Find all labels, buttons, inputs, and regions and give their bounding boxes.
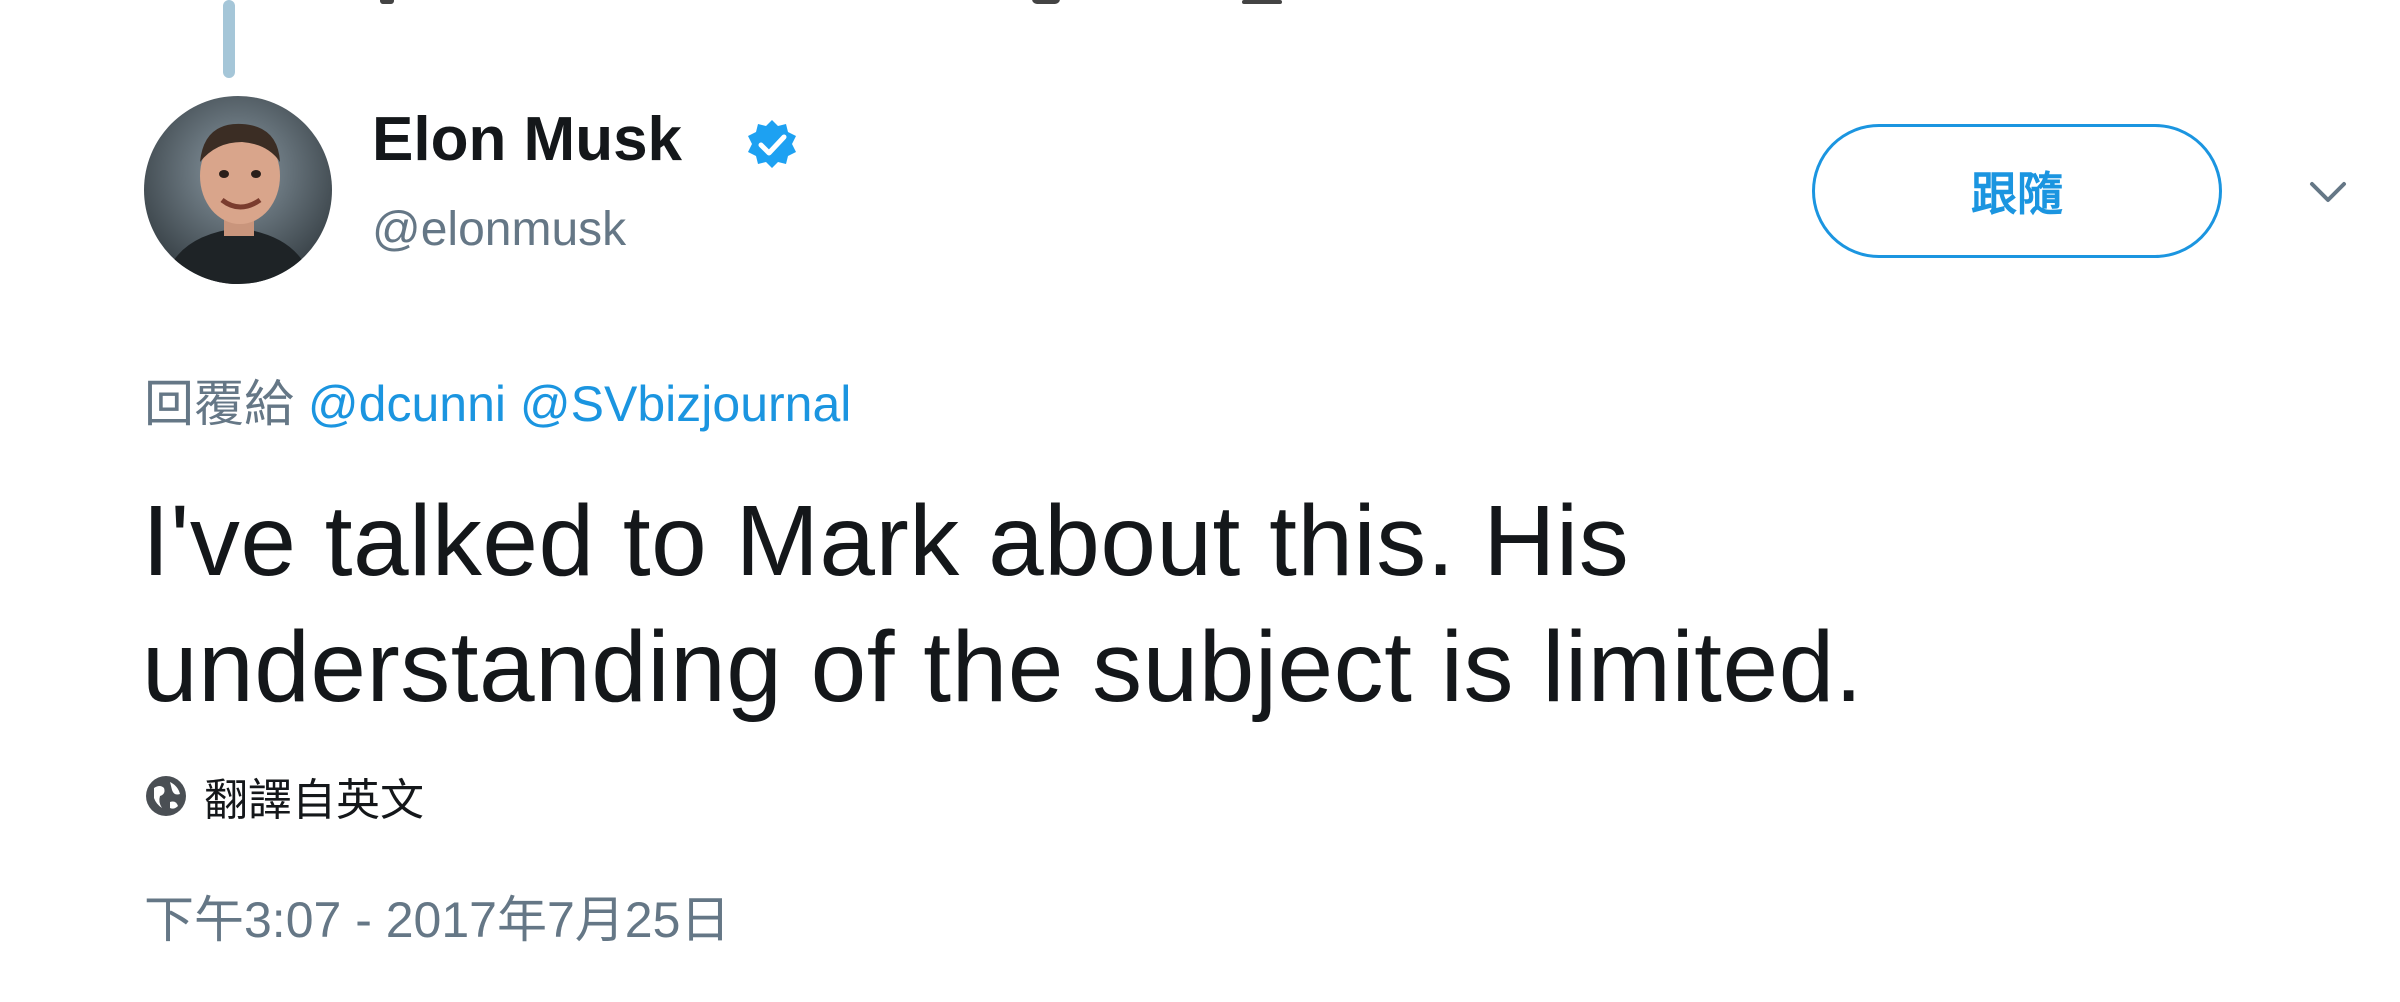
tweet-text: I've talked to Mark about this. His unde… <box>142 485 1863 723</box>
thread-connector-line <box>223 0 235 78</box>
translate-label: 翻譯自英文 <box>204 776 424 825</box>
follow-button[interactable]: 跟隨 <box>1812 124 2222 258</box>
reply-context: 回覆給 @dcunni @SVbizjournal <box>144 372 851 436</box>
chevron-down-icon[interactable] <box>2306 170 2350 214</box>
author-display-name[interactable]: Elon Musk <box>372 104 682 176</box>
author-username[interactable]: @elonmusk <box>372 200 626 260</box>
mention-link[interactable]: @SVbizjournal <box>520 376 851 432</box>
translate-tweet-link[interactable]: 翻譯自英文 <box>144 766 424 826</box>
mention-link[interactable]: @dcunni <box>308 376 506 432</box>
avatar-image <box>144 96 332 284</box>
tweet-timestamp[interactable]: 下午3:07 - 2017年7月25日 <box>144 888 730 952</box>
reply-prefix: 回覆給 <box>144 376 294 432</box>
verified-badge-icon <box>748 120 796 168</box>
previous-tweet-cropped <box>380 0 1480 6</box>
avatar[interactable] <box>144 96 332 284</box>
globe-icon <box>146 776 186 816</box>
